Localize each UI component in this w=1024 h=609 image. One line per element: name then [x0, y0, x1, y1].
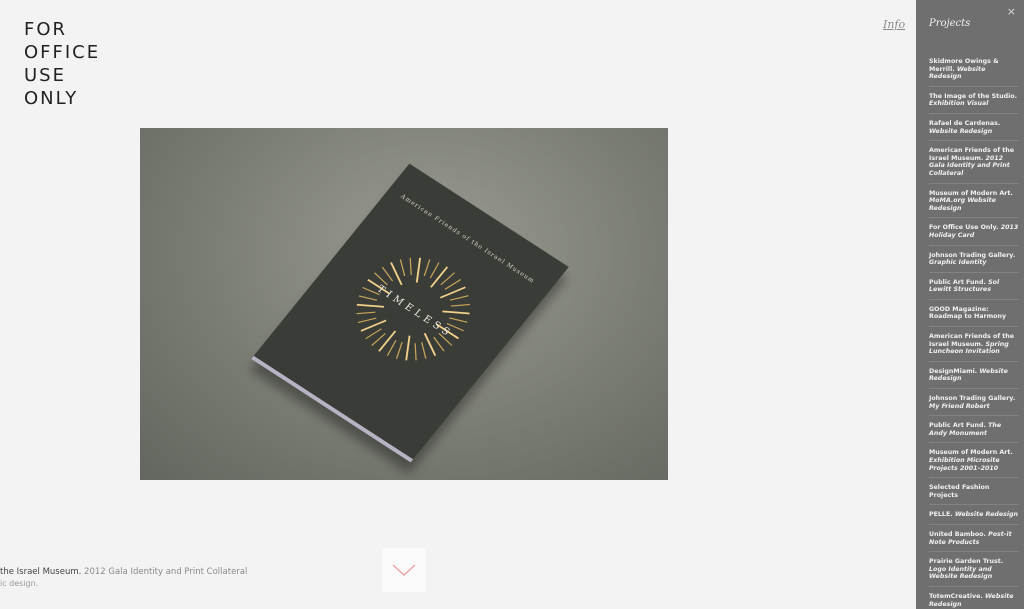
- project-subtitle: Website Redesign: [929, 127, 993, 135]
- caption-subtitle: 2012 Gala Identity and Print Collateral: [84, 567, 248, 577]
- project-list-item[interactable]: Skidmore Owings & Merrill. Website Redes…: [929, 58, 1019, 87]
- project-subtitle: My Friend Robert: [929, 402, 990, 410]
- project-list-item[interactable]: For Office Use Only. 2013 Holiday Card: [929, 224, 1019, 246]
- project-list-item[interactable]: TotemCreative. Website Redesign: [929, 593, 1019, 609]
- project-list-item[interactable]: Museum of Modern Art. Exhibition Microsi…: [929, 449, 1019, 479]
- project-name: The Image of the Studio.: [929, 92, 1017, 100]
- project-subtitle: Exhibition Microsite Projects 2001–2010: [929, 457, 1000, 472]
- project-subtitle: Graphic Identity: [929, 259, 987, 267]
- project-name: DesignMiami.: [929, 367, 978, 375]
- book-cover: American Friends of the Israel Museum TI…: [251, 163, 569, 463]
- project-subtitle: MoMA.org Website Redesign: [929, 197, 996, 212]
- project-name: Johnson Trading Gallery.: [929, 395, 1016, 403]
- project-list-item[interactable]: Prairie Garden Trust. Logo Identity and …: [929, 558, 1019, 587]
- project-list-item[interactable]: Selected Fashion Projects: [929, 484, 1019, 506]
- project-name: Rafael de Cardenas.: [929, 119, 1001, 127]
- project-list-item[interactable]: PELLE. Website Redesign: [929, 511, 1019, 525]
- project-list-item[interactable]: American Friends of the Israel Museum. S…: [929, 333, 1019, 362]
- project-subtitle: Exhibition Visual: [929, 100, 989, 108]
- project-list-item[interactable]: American Friends of the Israel Museum. 2…: [929, 147, 1019, 184]
- project-name: TotemCreative.: [929, 592, 983, 600]
- caption-title: the Israel Museum.: [0, 567, 82, 577]
- project-caption: the Israel Museum. 2012 Gala Identity an…: [0, 567, 247, 577]
- caption-description: ic design.: [0, 579, 39, 588]
- project-name: Public Art Fund.: [929, 422, 986, 430]
- logo-line: USE: [24, 65, 66, 86]
- info-link[interactable]: Info: [883, 18, 905, 31]
- project-subtitle: Website Redesign: [954, 511, 1019, 519]
- project-list-item[interactable]: DesignMiami. Website Redesign: [929, 367, 1019, 390]
- chevron-down-icon: [392, 564, 416, 577]
- logo-line: FOR: [24, 19, 68, 40]
- project-list-item[interactable]: Museum of Modern Art. MoMA.org Website R…: [929, 190, 1019, 219]
- logo-line: OFFICE: [24, 42, 101, 63]
- project-list-item[interactable]: Rafael de Cardenas. Website Redesign: [929, 119, 1019, 142]
- project-name: Museum of Modern Art.: [929, 449, 1013, 457]
- project-name: PELLE.: [929, 511, 953, 519]
- logo-line: ONLY: [24, 88, 79, 109]
- project-list-item[interactable]: GOOD Magazine: Roadmap to Harmony: [929, 305, 1019, 328]
- projects-sidebar: × Projects Skidmore Owings & Merrill. We…: [916, 0, 1024, 609]
- project-subtitle: Logo Identity and Website Redesign: [929, 565, 993, 581]
- project-name: United Bamboo.: [929, 530, 986, 538]
- project-list-item[interactable]: Johnson Trading Gallery. My Friend Rober…: [929, 395, 1019, 417]
- project-name: Public Art Fund.: [929, 278, 986, 286]
- close-icon[interactable]: ×: [1007, 5, 1016, 18]
- site-logo[interactable]: FOR OFFICE USE ONLY: [24, 18, 100, 110]
- project-name: Prairie Garden Trust.: [929, 558, 1004, 566]
- project-name: GOOD Magazine: Roadmap to Harmony: [929, 305, 1007, 321]
- scroll-down-button[interactable]: [382, 548, 426, 592]
- sidebar-title: Projects: [929, 18, 971, 29]
- project-list: Skidmore Owings & Merrill. Website Redes…: [929, 58, 1019, 609]
- project-list-item[interactable]: Public Art Fund. The Andy Monument: [929, 422, 1019, 444]
- project-list-item[interactable]: Public Art Fund. Sol Lewitt Structures: [929, 279, 1019, 300]
- project-name: Johnson Trading Gallery.: [929, 251, 1016, 259]
- project-name: For Office Use Only.: [929, 224, 999, 232]
- project-list-item[interactable]: Johnson Trading Gallery. Graphic Identit…: [929, 252, 1019, 273]
- project-list-item[interactable]: The Image of the Studio. Exhibition Visu…: [929, 93, 1019, 114]
- project-name: Museum of Modern Art.: [929, 189, 1013, 197]
- project-photo: American Friends of the Israel Museum TI…: [140, 128, 668, 480]
- project-name: Selected Fashion Projects: [929, 484, 990, 499]
- project-list-item[interactable]: United Bamboo. Post-it Note Products: [929, 530, 1019, 553]
